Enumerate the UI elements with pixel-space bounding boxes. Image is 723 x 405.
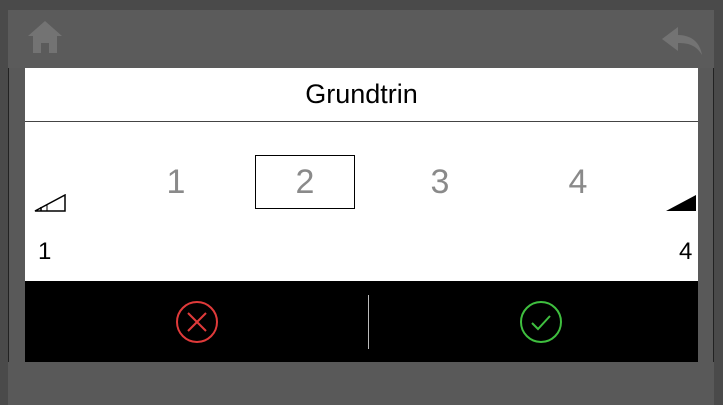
home-icon[interactable] <box>26 19 64 55</box>
title-divider <box>25 121 698 122</box>
confirm-button[interactable] <box>369 281 712 362</box>
signal-high-icon <box>666 195 696 211</box>
level-option-1[interactable]: 1 <box>126 155 226 209</box>
back-arrow-icon[interactable] <box>660 25 704 57</box>
top-bar <box>8 10 714 68</box>
confirm-check-circle-icon <box>519 300 562 343</box>
cancel-x-circle-icon <box>175 300 218 343</box>
dialog-title: Grundtrin <box>305 78 418 109</box>
signal-low-icon <box>34 194 66 212</box>
bottom-area <box>8 362 714 405</box>
level-dialog: Grundtrin 1 2 3 4 1 4 <box>25 68 698 362</box>
range-min-label: 1 <box>38 238 52 265</box>
action-bar <box>25 281 698 362</box>
level-option-3[interactable]: 3 <box>390 155 490 209</box>
level-option-4[interactable]: 4 <box>528 155 628 209</box>
cancel-button[interactable] <box>25 281 368 362</box>
range-max-label: 4 <box>679 238 693 265</box>
level-option-2-selected[interactable]: 2 <box>255 155 355 209</box>
